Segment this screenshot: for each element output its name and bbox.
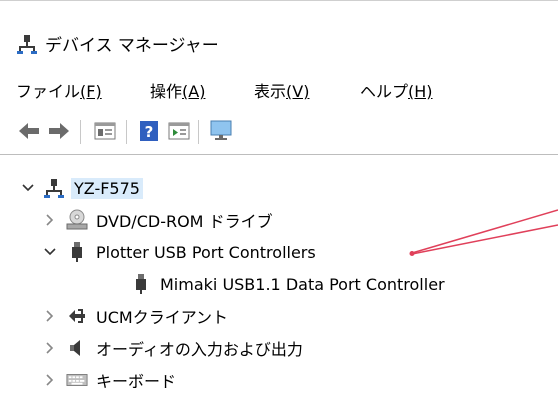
chevron-right-icon[interactable] (42, 212, 58, 228)
tree-item-label: オーディオの入力および出力 (96, 340, 303, 359)
speaker-icon (66, 337, 88, 359)
toolbar-separator (198, 120, 199, 144)
toolbar: ? (0, 112, 558, 152)
tree-item-mimaki-controller[interactable]: Mimaki USB1.1 Data Port Controller (130, 269, 445, 299)
dvd-drive-icon (66, 209, 88, 231)
device-tree: YZ-F575 DVD/CD-ROM ドライブ Plotter USB Port… (0, 155, 558, 402)
keyboard-icon (66, 369, 88, 391)
toolbar-separator (80, 120, 81, 144)
menu-view-label: 表示 (254, 82, 287, 101)
tree-item-label: DVD/CD-ROM ドライブ (96, 212, 273, 231)
back-icon[interactable] (16, 118, 42, 144)
window-top-border (0, 0, 558, 1)
menu-help-key: (H) (408, 82, 433, 101)
update-driver-icon[interactable] (166, 118, 192, 144)
device-manager-window: デバイス マネージャー ファイル(F) 操作(A) 表示(V) ヘルプ(H) ? (0, 0, 558, 402)
chevron-down-icon[interactable] (42, 244, 58, 260)
svg-text:?: ? (145, 123, 154, 141)
menu-view[interactable]: 表示(V) (254, 78, 309, 102)
tree-item-ucm-client[interactable]: UCMクライアント (42, 301, 228, 331)
menu-action-label: 操作 (150, 82, 183, 101)
tree-item-plotter-usb[interactable]: Plotter USB Port Controllers (42, 237, 316, 267)
menu-action[interactable]: 操作(A) (150, 78, 205, 102)
menu-help-label: ヘルプ (360, 82, 409, 101)
computer-network-icon (44, 177, 66, 199)
title-bar: デバイス マネージャー (0, 18, 558, 68)
tree-item-label: UCMクライアント (96, 308, 229, 327)
tree-item-label: Plotter USB Port Controllers (96, 242, 316, 262)
tree-item-label: Mimaki USB1.1 Data Port Controller (160, 274, 445, 294)
chevron-down-icon[interactable] (20, 180, 36, 196)
tree-item-audio-io[interactable]: オーディオの入力および出力 (42, 333, 303, 363)
menu-view-key: (V) (286, 82, 310, 101)
menu-action-key: (A) (182, 82, 206, 101)
menu-file[interactable]: ファイル(F) (16, 78, 102, 102)
toolbar-separator (126, 120, 127, 144)
usb-plug-icon (66, 241, 88, 263)
usb-plug-icon (130, 273, 152, 295)
properties-icon[interactable] (92, 118, 118, 144)
menu-file-key: (F) (80, 82, 102, 101)
window-title: デバイス マネージャー (45, 36, 219, 56)
forward-icon[interactable] (46, 118, 72, 144)
tree-root-label: YZ-F575 (71, 177, 143, 199)
tree-item-label: キーボード (96, 372, 177, 391)
tree-item-dvd[interactable]: DVD/CD-ROM ドライブ (42, 205, 273, 235)
chevron-right-icon[interactable] (42, 372, 58, 388)
menu-help[interactable]: ヘルプ(H) (360, 78, 433, 102)
monitor-icon[interactable] (208, 118, 234, 144)
menu-bar: ファイル(F) 操作(A) 表示(V) ヘルプ(H) (0, 70, 558, 106)
chevron-right-icon[interactable] (42, 308, 58, 324)
ucm-connector-icon (66, 305, 88, 327)
tree-item-keyboard[interactable]: キーボード (42, 365, 176, 395)
help-icon[interactable]: ? (136, 118, 162, 144)
device-manager-app-icon (17, 33, 39, 55)
chevron-right-icon[interactable] (42, 340, 58, 356)
menu-file-label: ファイル (16, 82, 81, 101)
tree-root[interactable]: YZ-F575 (20, 173, 143, 203)
